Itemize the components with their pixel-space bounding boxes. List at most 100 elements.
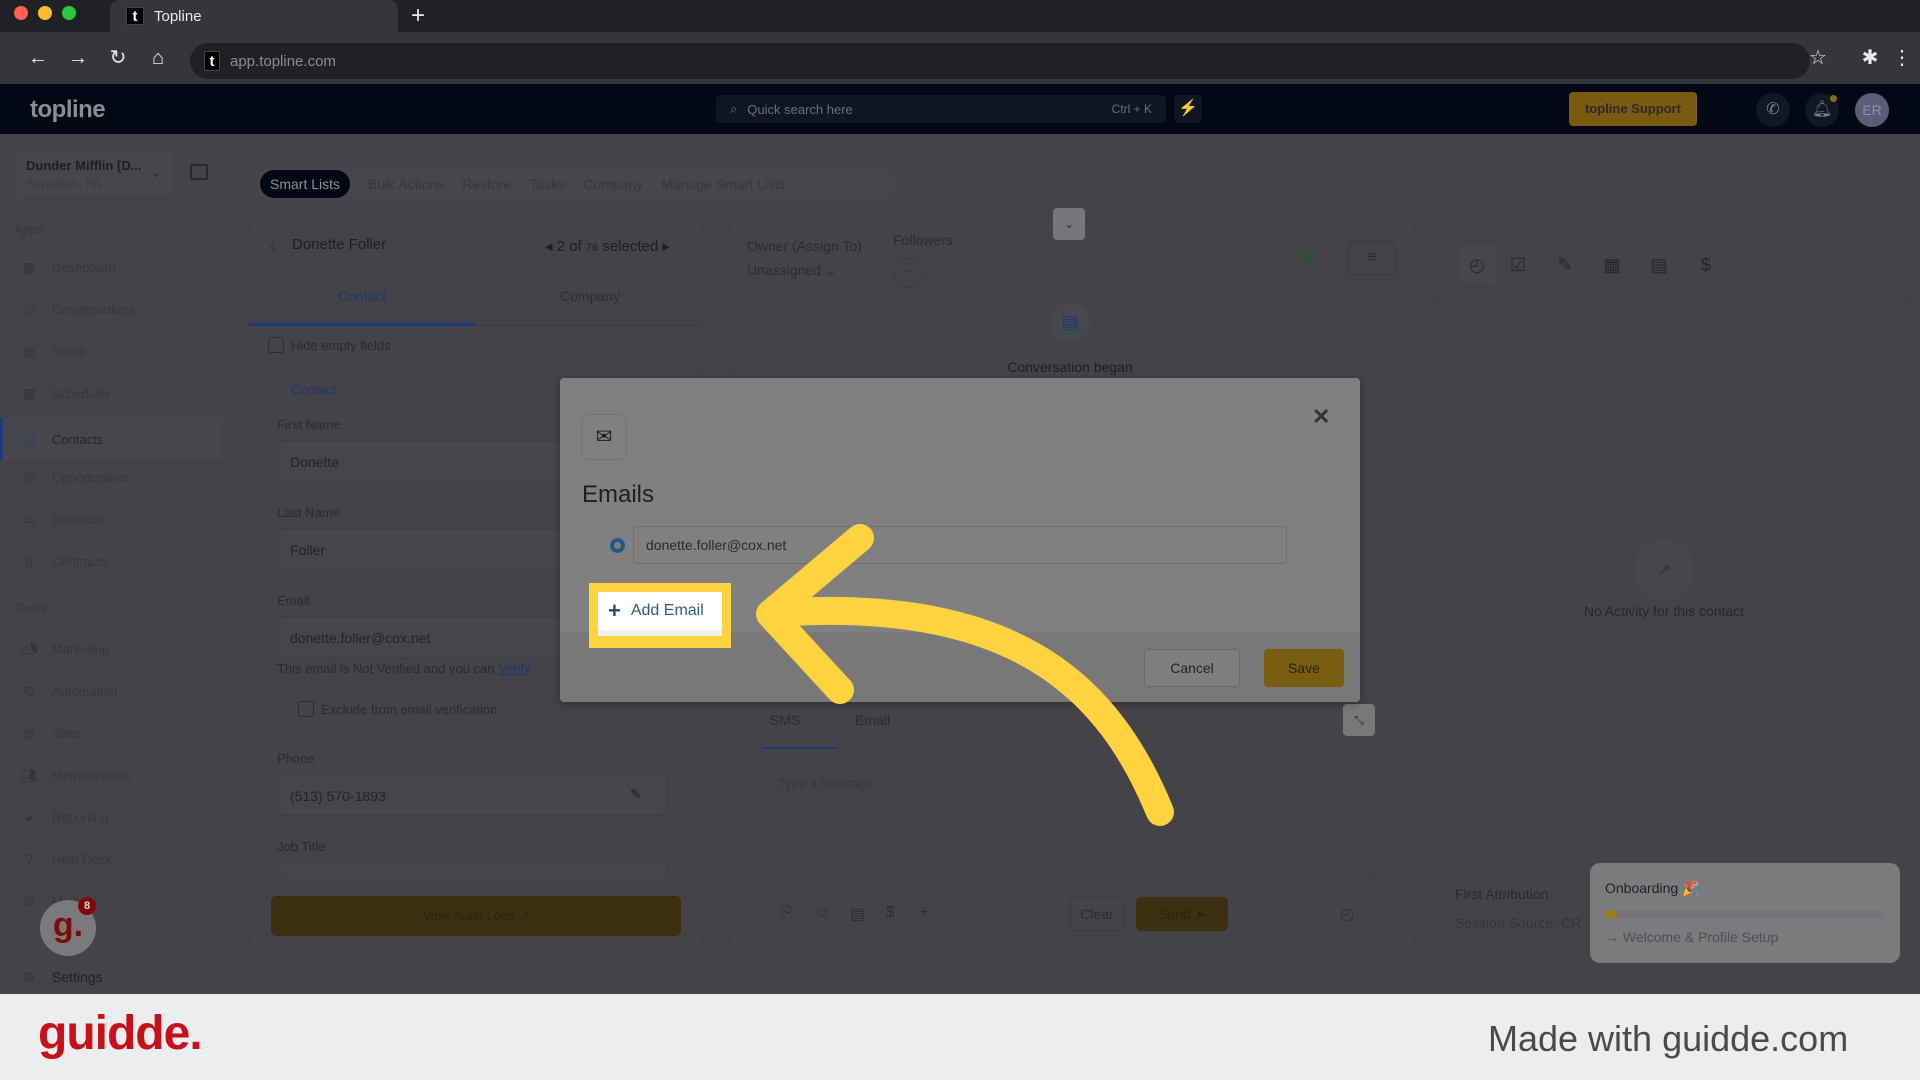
browser-menu-icon[interactable]: ⋮: [1888, 44, 1916, 72]
sidebar-item-contracts[interactable]: ▯ Contracts: [0, 544, 222, 578]
sidebar-item-mailbox[interactable]: ✉Mailbox: [0, 884, 222, 918]
cancel-button[interactable]: Cancel: [1144, 649, 1240, 687]
sidebar-item-scheduler[interactable]: ▩ Scheduler: [0, 376, 222, 410]
clear-button[interactable]: Clear: [1070, 897, 1124, 931]
pencil-icon[interactable]: ✎: [630, 786, 642, 803]
phone-field[interactable]: (513) 570-1893: [277, 774, 668, 816]
tab-sms[interactable]: SMS: [770, 712, 800, 728]
onboarding-progress-fill: [1605, 910, 1617, 918]
schedule-clock-icon[interactable]: ◴: [1340, 904, 1354, 924]
add-follower-button[interactable]: +: [894, 258, 924, 288]
plus-icon[interactable]: +: [920, 904, 929, 922]
extensions-puzzle-icon[interactable]: ✱: [1856, 44, 1884, 72]
tab-manage-smart-lists[interactable]: Manage Smart Lists: [661, 176, 786, 192]
sidebar-item-help-desk[interactable]: ? Help Desk: [0, 842, 222, 876]
chevron-down-icon[interactable]: ⌄: [266, 381, 277, 397]
tab-contact[interactable]: Contact: [248, 276, 476, 326]
forward-arrow-icon[interactable]: →: [64, 44, 92, 72]
contact-section-toggle[interactable]: Contact: [291, 382, 336, 397]
sidebar-item-revenue[interactable]: ▭ Revenue: [0, 502, 222, 536]
call-phone-icon[interactable]: ✆: [1300, 246, 1317, 271]
app-logo[interactable]: topline: [30, 96, 106, 124]
reload-icon[interactable]: ↻: [104, 44, 132, 72]
job-title-field[interactable]: [277, 862, 668, 876]
tab-smart-lists[interactable]: Smart Lists: [260, 170, 351, 198]
divider: [1436, 298, 1910, 299]
tab-tasks[interactable]: Tasks: [529, 176, 565, 192]
job-title-label: Job Title: [277, 839, 326, 854]
window-close-button[interactable]: [14, 6, 28, 20]
view-audit-logs-button[interactable]: View Audit Logs ↗: [271, 896, 681, 936]
message-icon: ▤: [1050, 302, 1090, 342]
chevron-down-icon: ⌄: [824, 262, 837, 278]
sidebar-item-memberships[interactable]: 👥︎ Memberships: [0, 758, 222, 792]
hide-empty-checkbox[interactable]: [268, 337, 284, 353]
users-icon: 👥︎: [20, 767, 38, 783]
dollar-icon[interactable]: $: [886, 904, 895, 922]
sidebar-item-label: Memberships: [52, 767, 131, 783]
tab-company-details[interactable]: Company: [476, 276, 704, 326]
url-text[interactable]: app.topline.com: [230, 53, 336, 70]
bookmark-star-icon[interactable]: ☆: [1804, 44, 1832, 72]
window-minimize-button[interactable]: [38, 6, 52, 20]
onboarding-step-link[interactable]: → Welcome & Profile Setup: [1605, 929, 1778, 945]
sidebar-item-conversations[interactable]: 💬︎ Conversations: [0, 292, 222, 326]
sidebar-item-automation[interactable]: ⚙ Automation: [0, 674, 222, 708]
email-input[interactable]: [633, 526, 1287, 564]
sidebar-item-label: Contracts: [52, 553, 108, 569]
sidebar-item-reporting[interactable]: ◕ Reporting: [0, 800, 222, 834]
browser-tab[interactable]: t Topline: [110, 0, 398, 32]
sidebar-item-settings[interactable]: ⚙ Settings: [0, 960, 222, 994]
template-icon[interactable]: ▤: [850, 904, 865, 924]
next-record-icon[interactable]: ▸: [662, 238, 670, 255]
primary-email-radio[interactable]: [610, 538, 625, 553]
tab-email[interactable]: Email: [855, 712, 890, 728]
calendar-icon[interactable]: ▦: [1599, 252, 1625, 278]
lightning-icon[interactable]: ⚡: [1174, 95, 1202, 123]
tab-bulk-actions[interactable]: Bulk Actions: [368, 176, 444, 192]
made-with-text: Made with guidde.com: [1488, 1018, 1849, 1059]
filter-button[interactable]: ≡: [1348, 241, 1396, 275]
send-button[interactable]: Send ➤: [1136, 897, 1228, 931]
collapse-header-button[interactable]: ⌄: [1053, 208, 1085, 240]
last-name-field[interactable]: Foller: [277, 528, 577, 570]
new-tab-button[interactable]: +: [404, 2, 432, 30]
phone-icon[interactable]: ✆: [1756, 93, 1790, 127]
history-clock-icon[interactable]: ◴: [1458, 246, 1496, 284]
emoji-icon[interactable]: ☺: [814, 904, 830, 922]
email-field[interactable]: donette.foller@cox.net: [277, 616, 577, 658]
tab-company[interactable]: Company: [583, 176, 643, 192]
quick-search-input[interactable]: ⌕ Quick search here Ctrl + K: [716, 95, 1166, 123]
first-name-field[interactable]: Donette: [277, 440, 577, 482]
verify-link[interactable]: Verify: [498, 661, 531, 676]
task-check-icon[interactable]: ☑: [1505, 252, 1531, 278]
sidebar-item-contacts[interactable]: 👤︎ Contacts: [0, 418, 222, 460]
sidebar-item-sites[interactable]: ◍ Sites: [0, 716, 222, 750]
chevron-down-icon[interactable]: ⌄: [150, 164, 162, 181]
sidebar-collapse-icon[interactable]: [190, 164, 208, 180]
sidebar-item-tasks[interactable]: ▤ Tasks: [0, 334, 222, 368]
tab-restore[interactable]: Restore: [462, 176, 511, 192]
dollar-circle-icon[interactable]: $: [1693, 252, 1719, 278]
window-maximize-button[interactable]: [62, 6, 76, 20]
sidebar-item-dashboard[interactable]: ▦ Dashboard: [0, 250, 222, 284]
note-pencil-icon[interactable]: ✎: [1552, 252, 1578, 278]
address-bar[interactable]: t app.topline.com: [190, 43, 1810, 79]
user-avatar[interactable]: ER: [1855, 93, 1889, 127]
prev-record-icon[interactable]: ◂: [545, 238, 553, 255]
add-email-button[interactable]: + Add Email: [598, 592, 722, 636]
exclude-verification-checkbox[interactable]: [298, 701, 314, 717]
attachment-icon[interactable]: ⎘: [780, 904, 793, 922]
back-chevron-icon[interactable]: ‹: [270, 238, 275, 256]
owner-dropdown[interactable]: Unassigned ⌄: [747, 262, 837, 279]
home-icon[interactable]: ⌂: [144, 44, 172, 72]
sidebar-item-label: Opportunities: [52, 469, 130, 485]
back-arrow-icon[interactable]: ←: [24, 44, 52, 72]
sidebar-item-opportunities[interactable]: ◎ Opportunities: [0, 460, 222, 494]
minimize-composer-icon[interactable]: ⤡: [1343, 704, 1375, 736]
close-icon[interactable]: ✕: [1312, 404, 1330, 430]
sidebar-item-marketing[interactable]: 📣︎ Marketing: [0, 632, 222, 666]
save-button[interactable]: Save: [1264, 649, 1344, 687]
support-button[interactable]: topline Support: [1569, 92, 1697, 126]
document-icon[interactable]: ▤: [1646, 252, 1672, 278]
